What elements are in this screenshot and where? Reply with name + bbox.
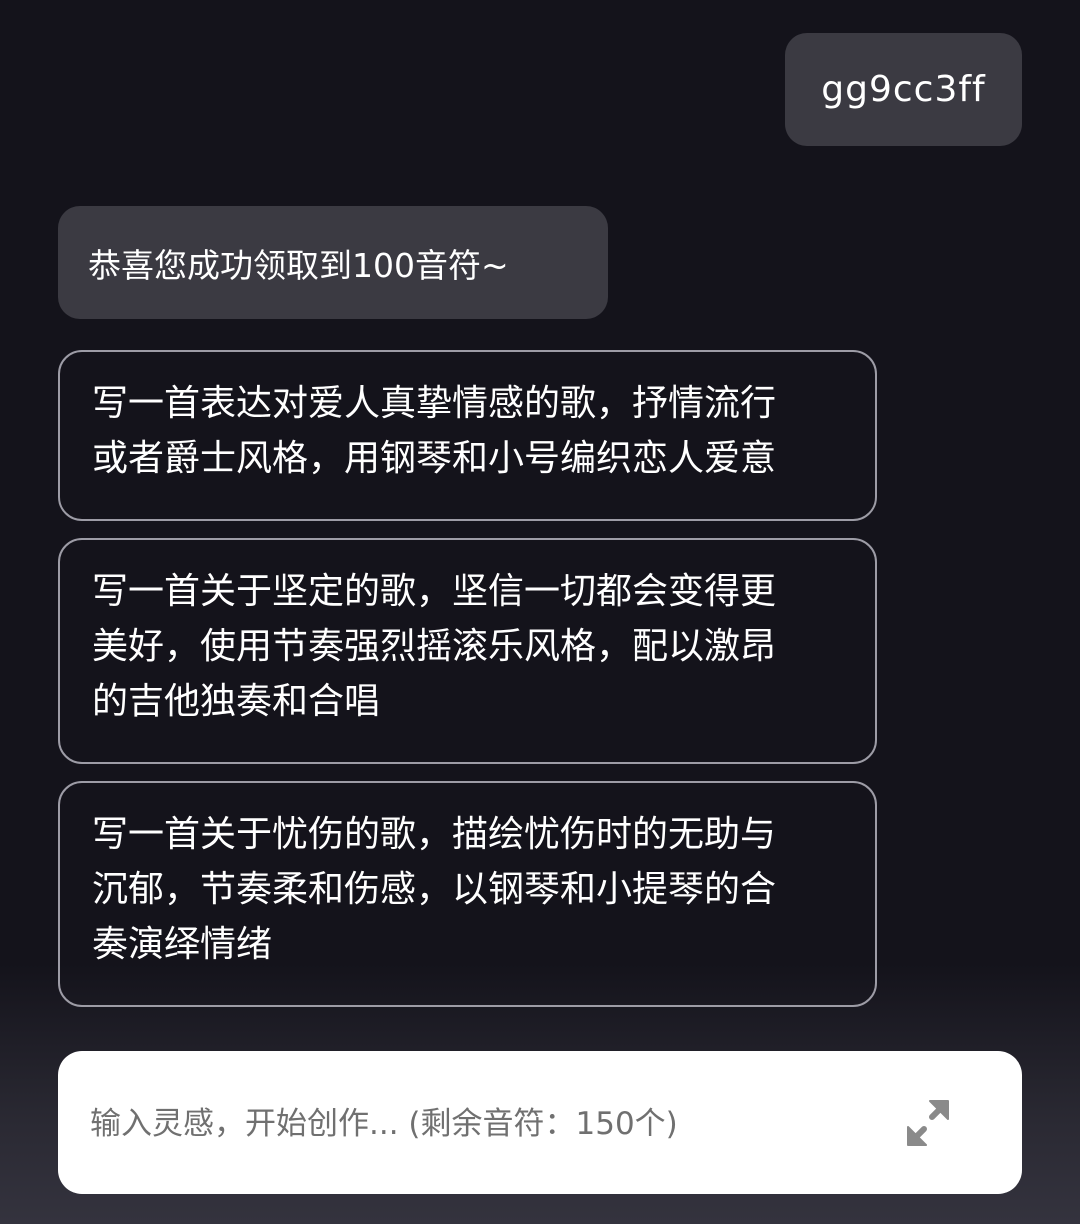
suggestion-line: 的吉他独奏和合唱 xyxy=(92,681,381,722)
suggestion-line: 或者爵士风格，用钢琴和小号编织恋人爱意 xyxy=(92,438,777,479)
suggestion-line: 美好，使用节奏强烈摇滚乐风格，配以激昂 xyxy=(92,626,777,667)
suggestion-line: 奏演绎情绪 xyxy=(92,924,273,965)
suggestion-line: 写一首关于忧伤的歌，描绘忧伤时的无助与 xyxy=(92,814,777,855)
composer-bar xyxy=(58,1051,1022,1194)
expand-arrows-icon xyxy=(907,1100,949,1146)
suggestion-line: 写一首表达对爱人真挚情感的歌，抒情流行 xyxy=(92,383,777,424)
user-message-bubble: gg9cc3ff xyxy=(785,33,1022,146)
user-message-text: gg9cc3ff xyxy=(821,69,986,110)
suggestion-card-love[interactable]: 写一首表达对爱人真挚情感的歌，抒情流行 或者爵士风格，用钢琴和小号编织恋人爱意 xyxy=(58,350,877,521)
suggestion-card-determination[interactable]: 写一首关于坚定的歌，坚信一切都会变得更 美好，使用节奏强烈摇滚乐风格，配以激昂 … xyxy=(58,538,877,764)
suggestion-line: 沉郁，节奏柔和伤感，以钢琴和小提琴的合 xyxy=(92,869,777,910)
inspiration-input[interactable] xyxy=(88,1095,892,1153)
bot-message-bubble: 恭喜您成功领取到100音符~ xyxy=(58,206,608,319)
suggestion-line: 写一首关于坚定的歌，坚信一切都会变得更 xyxy=(92,571,777,612)
suggestion-card-sorrow[interactable]: 写一首关于忧伤的歌，描绘忧伤时的无助与 沉郁，节奏柔和伤感，以钢琴和小提琴的合 … xyxy=(58,781,877,1007)
expand-button[interactable] xyxy=(900,1097,956,1149)
bot-message-text: 恭喜您成功领取到100音符~ xyxy=(88,245,509,285)
